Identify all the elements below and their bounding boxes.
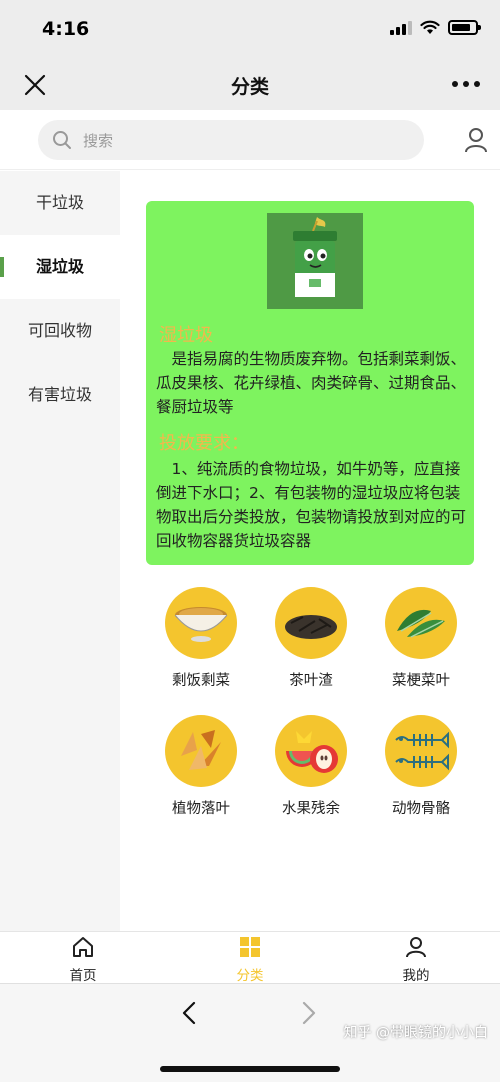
wet-waste-bin-image [267,213,363,309]
tab-home-label: 首页 [69,968,97,984]
sidebar-item-hazardous[interactable]: 有害垃圾 [0,363,120,427]
item-label: 水果残余 [282,801,340,817]
fallen-leaves-image [165,715,237,787]
bottom-tab-bar: 首页 分类 我的 [0,931,500,984]
item-label: 植物落叶 [172,801,230,817]
search-input[interactable]: 搜索 [38,120,424,160]
status-bar: 4:16 [0,0,500,60]
item-label: 茶叶渣 [289,673,333,689]
tab-home[interactable]: 首页 [33,936,133,984]
home-indicator [160,1066,340,1072]
example-item-animal-bones[interactable]: 动物骨骼 [366,715,476,818]
home-icon [73,937,93,957]
item-label: 剩饭剩菜 [172,673,230,689]
rules-heading: 投放要求： [159,433,249,454]
search-row: 搜索 [0,110,500,170]
tab-category-label: 分类 [236,968,264,984]
category-description: 是指易腐的生物质废弃物。包括剩菜剩饭、瓜皮果核、花卉绿植、肉类碎骨、过期食品、餐… [156,350,467,416]
user-icon [406,937,426,958]
more-options-icon[interactable] [452,81,480,87]
page-title: 分类 [230,76,269,98]
category-content: 湿垃圾 是指易腐的生物质废弃物。包括剩菜剩饭、瓜皮果核、花卉绿植、肉类碎骨、过期… [120,171,500,931]
back-arrow-icon[interactable] [178,1000,200,1026]
item-label: 菜梗菜叶 [392,673,450,689]
watermark-text: 知乎 @带眼镜的小小白 [343,1025,488,1041]
category-grid-icon [240,937,260,957]
example-item-vegetable-leaves[interactable]: 菜梗菜叶 [366,587,476,690]
leftovers-image [165,587,237,659]
example-item-leftovers[interactable]: 剩饭剩菜 [146,587,256,690]
vegetable-leaves-image [385,587,457,659]
category-info-card: 湿垃圾 是指易腐的生物质废弃物。包括剩菜剩饭、瓜皮果核、花卉绿植、肉类碎骨、过期… [146,201,474,565]
user-icon[interactable] [464,127,488,153]
tea-leaves-image [275,587,347,659]
sidebar-item-dry-waste[interactable]: 干垃圾 [0,171,120,235]
sidebar-item-wet-waste[interactable]: 湿垃圾 [0,235,120,299]
category-sidebar: 干垃圾 湿垃圾 可回收物 有害垃圾 [0,171,120,931]
navigation-bar: 分类 [0,60,500,110]
item-label: 动物骨骼 [392,801,450,817]
cellular-signal-icon [390,20,412,35]
tab-category[interactable]: 分类 [200,936,300,984]
status-icons [390,20,481,35]
search-placeholder: 搜索 [83,132,114,150]
tab-profile-label: 我的 [402,968,430,984]
tab-profile[interactable]: 我的 [366,936,466,984]
status-time: 4:16 [42,18,90,40]
rules-text: 1、纯流质的食物垃圾，如牛奶等，应直接倒进下水口；2、有包装物的湿垃圾应将包装物… [156,460,467,550]
example-item-tea-leaves[interactable]: 茶叶渣 [256,587,366,690]
animal-bones-image [385,715,457,787]
fruit-scraps-image [275,715,347,787]
browser-toolbar: 知乎 @带眼镜的小小白 [0,983,500,1082]
category-heading: 湿垃圾 [159,325,213,346]
example-item-fallen-leaves[interactable]: 植物落叶 [146,715,256,818]
example-item-fruit-scraps[interactable]: 水果残余 [256,715,366,818]
sidebar-item-recyclable[interactable]: 可回收物 [0,299,120,363]
wifi-icon [420,20,440,34]
search-icon [53,131,71,149]
battery-icon [448,20,481,35]
forward-arrow-icon[interactable] [298,1000,320,1026]
